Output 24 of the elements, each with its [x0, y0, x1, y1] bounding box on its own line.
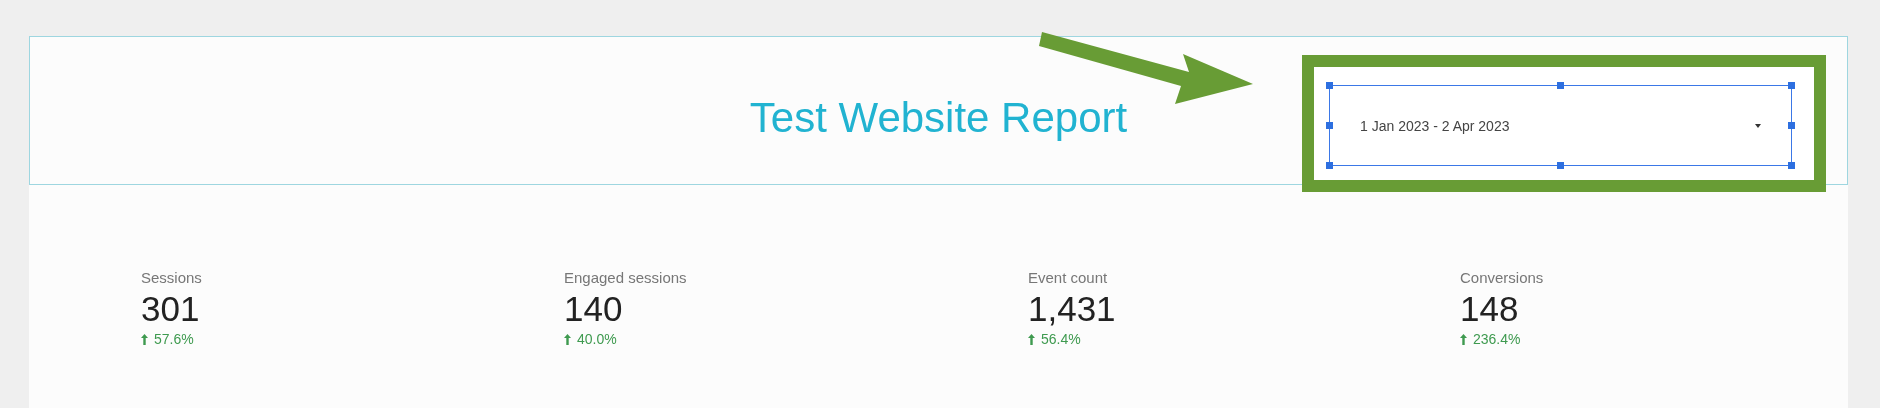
date-range-text: 1 Jan 2023 - 2 Apr 2023 [1360, 117, 1510, 134]
metric-label: Event count [1028, 269, 1108, 286]
report-title: Test Website Report [749, 93, 1128, 142]
resize-handle[interactable] [1326, 82, 1333, 89]
metric-value: 140 [564, 289, 623, 329]
metric-label: Conversions [1460, 269, 1544, 286]
resize-handle[interactable] [1556, 162, 1564, 169]
resize-handle[interactable] [1556, 82, 1564, 89]
metric-value: 1,431 [1028, 289, 1116, 329]
date-range-control[interactable]: 1 Jan 2023 - 2 Apr 2023 [1329, 85, 1792, 166]
metric-change: 40.0% [577, 331, 617, 347]
metric-label: Engaged sessions [564, 269, 687, 286]
metric-change: 236.4% [1473, 331, 1521, 347]
metric-label: Sessions [141, 269, 202, 286]
resize-handle[interactable] [1788, 121, 1795, 129]
resize-handle[interactable] [1326, 162, 1333, 169]
resize-handle[interactable] [1326, 121, 1333, 129]
metric-value: 148 [1460, 289, 1519, 329]
caret-icon [1753, 122, 1763, 129]
metric-change: 56.4% [1041, 331, 1081, 347]
resize-handle[interactable] [1788, 162, 1795, 169]
resize-handle[interactable] [1788, 82, 1795, 89]
metric-value: 301 [141, 289, 200, 329]
metric-change: 57.6% [154, 331, 194, 347]
